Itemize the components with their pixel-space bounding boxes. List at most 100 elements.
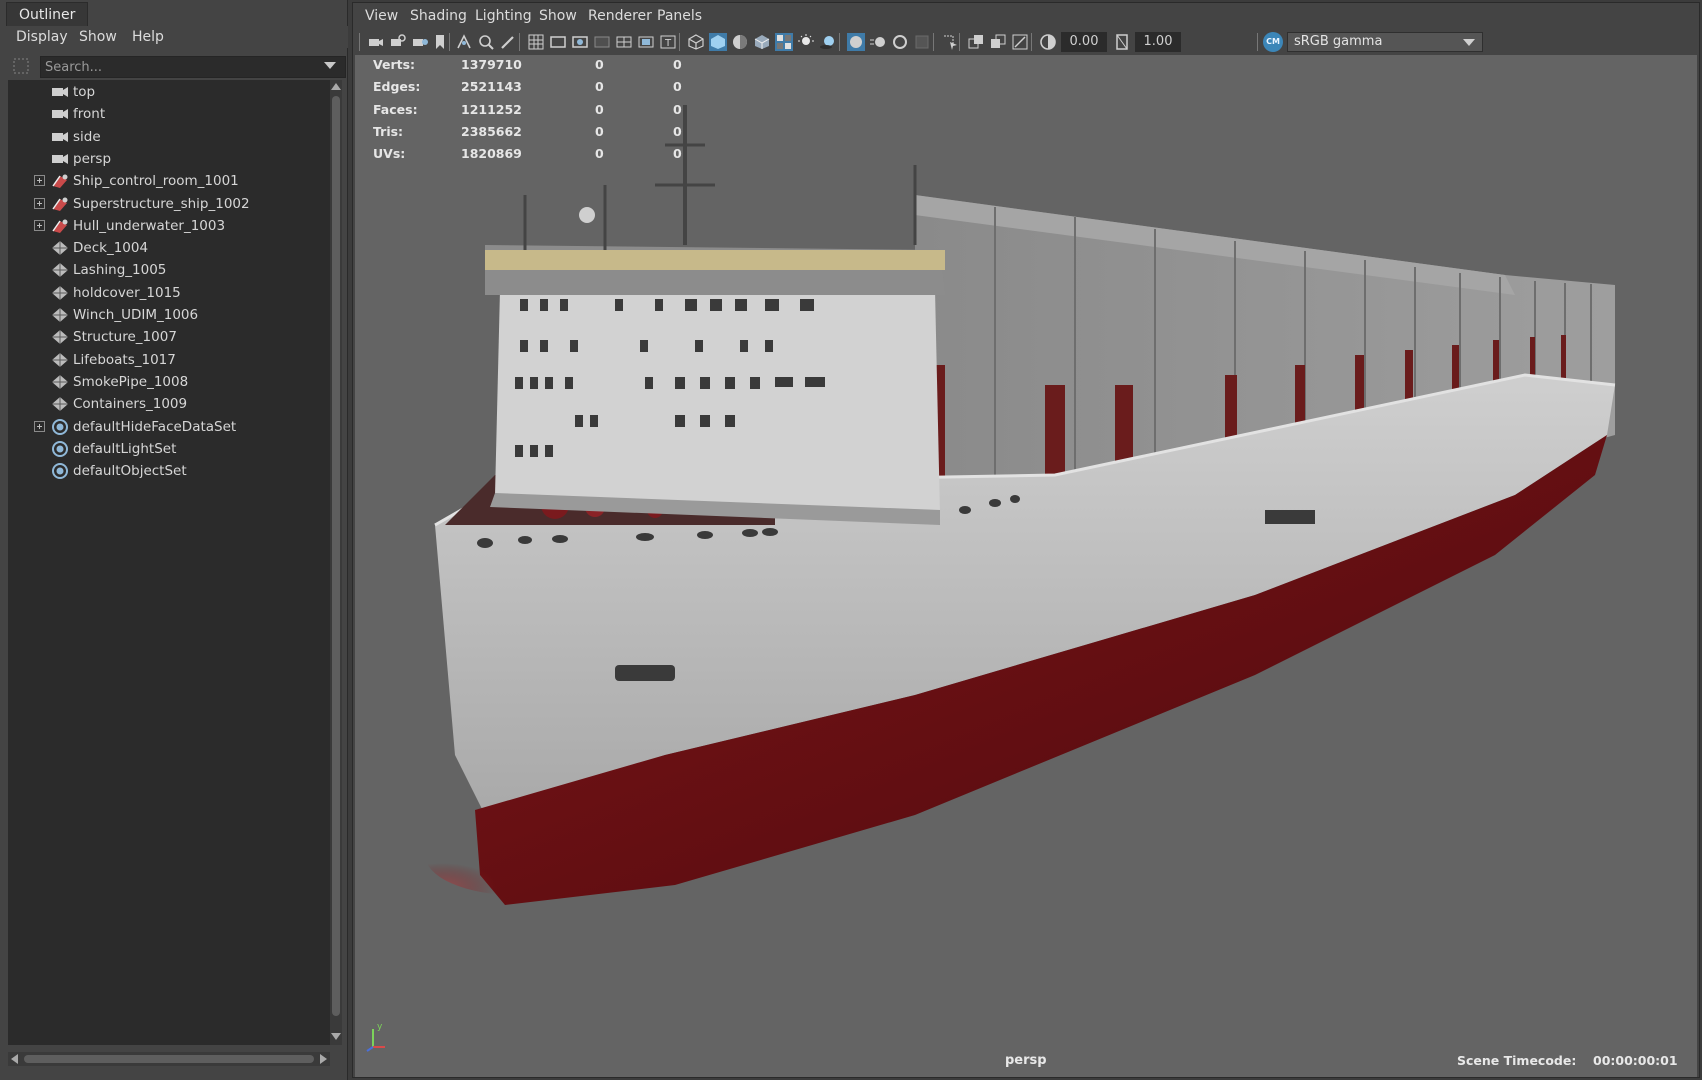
toolbar-separator	[1257, 33, 1258, 51]
textured-icon[interactable]	[775, 33, 793, 51]
menu-display[interactable]: Display	[16, 29, 68, 45]
toolbar-separator	[679, 33, 680, 51]
outliner-item[interactable]: Lashing_1005	[8, 259, 330, 283]
scroll-left-icon[interactable]	[11, 1054, 18, 1064]
gamma-field[interactable]: 1.00	[1135, 32, 1181, 52]
outliner-item-label: defaultLightSet	[73, 440, 177, 457]
anti-aliasing-icon[interactable]	[891, 33, 909, 51]
exposure-field[interactable]: 0.00	[1061, 32, 1107, 52]
expand-icon[interactable]	[34, 197, 45, 209]
resolution-gate-icon[interactable]	[571, 33, 589, 51]
scroll-right-icon[interactable]	[320, 1054, 327, 1064]
image-plane-icon[interactable]	[455, 33, 473, 51]
outliner-item-label: holdcover_1015	[73, 284, 181, 301]
outliner-tab[interactable]: Outliner	[6, 2, 89, 26]
field-chart-icon[interactable]	[615, 33, 633, 51]
grid-icon[interactable]	[527, 33, 545, 51]
xray-joints-icon[interactable]	[1011, 33, 1029, 51]
xray-icon[interactable]	[967, 33, 985, 51]
outliner-item[interactable]: Winch_UDIM_1006	[8, 304, 330, 328]
outliner-item[interactable]: Lifeboats_1017	[8, 349, 330, 373]
camera-icon	[50, 105, 70, 123]
outliner-item[interactable]: holdcover_1015	[8, 282, 330, 306]
outliner-item[interactable]: persp	[8, 148, 330, 172]
outliner-item[interactable]: Structure_1007	[8, 326, 330, 350]
set-icon	[50, 418, 70, 436]
viewport-panel: View Shading Lighting Show Renderer Pane…	[352, 2, 1700, 1078]
scrollbar-thumb[interactable]	[332, 96, 340, 1016]
mesh-icon	[50, 373, 70, 391]
outliner-item[interactable]: Ship_control_room_1001	[8, 170, 330, 194]
gamma-icon[interactable]	[1113, 33, 1131, 51]
toolbar-separator	[839, 33, 840, 51]
hud-value: 2385662	[461, 123, 522, 139]
outliner-item[interactable]: defaultObjectSet	[8, 460, 330, 484]
outliner-item-label: defaultHideFaceDataSet	[73, 418, 237, 435]
expand-icon[interactable]	[34, 420, 45, 432]
outliner-item[interactable]: Superstructure_ship_1002	[8, 193, 330, 217]
toolbar-separator	[959, 33, 960, 51]
screen-space-ao-icon[interactable]	[847, 33, 865, 51]
shadows-icon[interactable]	[819, 33, 837, 51]
menu-lighting[interactable]: Lighting	[475, 8, 532, 24]
menu-help[interactable]: Help	[132, 29, 164, 45]
search-input[interactable]	[40, 56, 346, 78]
safe-action-icon[interactable]	[637, 33, 655, 51]
outliner-item[interactable]: defaultLightSet	[8, 438, 330, 462]
menu-shading[interactable]: Shading	[410, 8, 467, 24]
3d-viewport[interactable]: Verts: 1379710 0 0 Edges: 2521143 0 0 Faces: 1211…	[355, 55, 1697, 1077]
select-camera-icon[interactable]	[367, 33, 385, 51]
scrollbar-thumb[interactable]	[24, 1055, 314, 1063]
use-all-lights-icon[interactable]	[797, 33, 815, 51]
isolate-select-icon[interactable]	[941, 33, 959, 51]
chevron-down-icon[interactable]	[324, 62, 336, 69]
menu-panels[interactable]: Panels	[657, 8, 702, 24]
outliner-item[interactable]: front	[8, 103, 330, 127]
wireframe-icon[interactable]	[687, 33, 705, 51]
outliner-item[interactable]: top	[8, 81, 330, 105]
default-material-icon[interactable]	[731, 33, 749, 51]
hud-label: Edges:	[373, 79, 421, 95]
hud-row: UVs: 1820869 0 0	[373, 144, 682, 166]
outliner-item[interactable]: SmokePipe_1008	[8, 371, 330, 395]
chevron-down-icon[interactable]	[1463, 39, 1475, 46]
scroll-up-icon[interactable]	[331, 83, 341, 90]
mesh-icon	[50, 395, 70, 413]
depth-of-field-icon[interactable]	[913, 33, 931, 51]
scroll-down-icon[interactable]	[331, 1033, 341, 1040]
hud-b: 0	[673, 101, 682, 117]
horizontal-scrollbar[interactable]	[8, 1052, 330, 1066]
menu-show[interactable]: Show	[79, 29, 117, 45]
outliner-item-label: defaultObjectSet	[73, 463, 187, 480]
camera-lock-icon[interactable]	[389, 33, 407, 51]
wireframe-on-shaded-icon[interactable]	[753, 33, 771, 51]
film-gate-icon[interactable]	[549, 33, 567, 51]
outliner-item[interactable]: Containers_1009	[8, 393, 330, 417]
2d-pan-zoom-icon[interactable]	[477, 33, 495, 51]
vertical-scrollbar[interactable]	[330, 80, 342, 1045]
exposure-icon[interactable]	[1039, 33, 1057, 51]
expand-icon[interactable]	[34, 219, 45, 231]
filter-icon[interactable]	[12, 57, 30, 75]
bookmark-icon[interactable]	[431, 33, 449, 51]
outliner-item[interactable]: Hull_underwater_1003	[8, 215, 330, 239]
grease-pencil-icon[interactable]	[499, 33, 517, 51]
smooth-shade-icon[interactable]	[709, 33, 727, 51]
outliner-item[interactable]: Deck_1004	[8, 237, 330, 261]
menu-view[interactable]: View	[365, 8, 398, 24]
color-management-icon[interactable]: CM	[1263, 32, 1283, 52]
motion-blur-icon[interactable]	[869, 33, 887, 51]
menu-renderer[interactable]: Renderer	[588, 8, 652, 24]
gate-mask-icon[interactable]	[593, 33, 611, 51]
menu-show[interactable]: Show	[539, 8, 577, 24]
ship-model-render[interactable]	[355, 55, 1697, 1077]
colorspace-select[interactable]: sRGB gamma	[1287, 32, 1483, 52]
camera-attributes-icon[interactable]	[411, 33, 429, 51]
outliner-item[interactable]: defaultHideFaceDataSet	[8, 416, 330, 440]
outliner-item[interactable]: side	[8, 126, 330, 150]
expand-icon[interactable]	[34, 175, 45, 187]
safe-title-icon[interactable]: T	[659, 33, 677, 51]
toolbar-separator	[449, 33, 450, 51]
hud-a: 0	[595, 57, 604, 72]
xray-active-components-icon[interactable]	[989, 33, 1007, 51]
